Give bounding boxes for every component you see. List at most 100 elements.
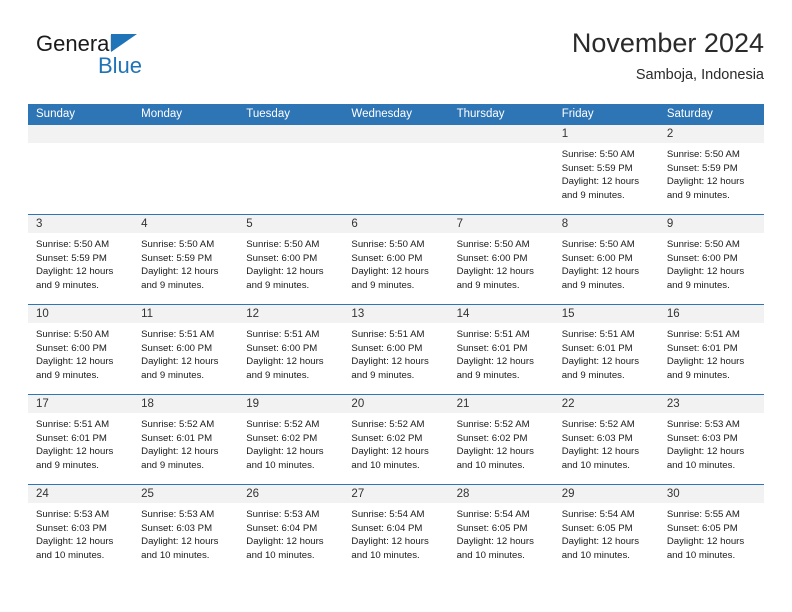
day-cell-10[interactable]: 10 Sunrise: 5:50 AM Sunset: 6:00 PM Dayligh… (28, 305, 134, 394)
sunrise-line: Sunrise: 5:51 AM (666, 329, 740, 340)
day-cell-28[interactable]: 28 Sunrise: 5:54 AM Sunset: 6:05 PM Dayligh… (448, 485, 554, 575)
day-cell-6[interactable]: 6 Sunrise: 5:50 AM Sunset: 6:00 PM Daylight… (343, 215, 449, 304)
day-number: 30 (666, 488, 680, 500)
calendar-week-row: 10 Sunrise: 5:50 AM Sunset: 6:00 PM Dayligh… (28, 305, 764, 395)
sunrise-line: Sunrise: 5:52 AM (456, 419, 530, 430)
day-number-strip: 20 (343, 395, 449, 413)
day-cell-18[interactable]: 18 Sunrise: 5:52 AM Sunset: 6:01 PM Dayligh… (133, 395, 239, 484)
day-cell-empty (28, 125, 134, 214)
sunset-line: Sunset: 6:01 PM (666, 342, 738, 354)
logo-word-blue: Blue (98, 53, 143, 78)
sunrise-line: Sunrise: 5:53 AM (666, 419, 740, 430)
sunset-line: Sunset: 6:01 PM (36, 432, 107, 444)
day-cell-30[interactable]: 30 Sunrise: 5:55 AM Sunset: 6:05 PM Dayligh… (658, 485, 764, 575)
day-cell-20[interactable]: 20 Sunrise: 5:52 AM Sunset: 6:02 PM Dayligh… (343, 395, 449, 484)
day-cell-21[interactable]: 21 Sunrise: 5:52 AM Sunset: 6:02 PM Dayligh… (448, 395, 554, 484)
day-cell-12[interactable]: 12 Sunrise: 5:51 AM Sunset: 6:00 PM Dayligh… (238, 305, 344, 394)
sunrise-line: Sunrise: 5:50 AM (141, 239, 215, 250)
daylight-line-2: and 10 minutes. (141, 549, 210, 561)
day-number-strip: 24 (28, 485, 134, 503)
general-blue-logo[interactable]: General Blue (36, 32, 216, 88)
sunrise-line: Sunrise: 5:50 AM (246, 239, 320, 250)
daylight-line-1: Daylight: 12 hours (561, 356, 640, 368)
day-number: 2 (666, 128, 674, 140)
sunset-line: Sunset: 6:05 PM (666, 522, 738, 534)
day-cell-15[interactable]: 15 Sunrise: 5:51 AM Sunset: 6:01 PM Dayligh… (553, 305, 659, 394)
daylight-line-2: and 9 minutes. (561, 279, 625, 291)
daylight-line-2: and 9 minutes. (456, 369, 520, 381)
day-cell-11[interactable]: 11 Sunrise: 5:51 AM Sunset: 6:00 PM Dayligh… (133, 305, 239, 394)
day-cell-25[interactable]: 25 Sunrise: 5:53 AM Sunset: 6:03 PM Dayligh… (133, 485, 239, 575)
day-cell-24[interactable]: 24 Sunrise: 5:53 AM Sunset: 6:03 PM Dayligh… (28, 485, 134, 575)
day-number-strip: 7 (448, 215, 554, 233)
sunset-line: Sunset: 6:01 PM (561, 342, 633, 354)
day-details: Sunrise: 5:50 AM Sunset: 5:59 PM Daylight:… (133, 233, 238, 292)
day-cell-13[interactable]: 13 Sunrise: 5:51 AM Sunset: 6:00 PM Dayligh… (343, 305, 449, 394)
daylight-line-2: and 10 minutes. (666, 549, 736, 561)
day-number-strip (238, 125, 344, 143)
day-cell-5[interactable]: 5 Sunrise: 5:50 AM Sunset: 6:00 PM Daylight… (238, 215, 344, 304)
day-cell-22[interactable]: 22 Sunrise: 5:52 AM Sunset: 6:03 PM Dayligh… (553, 395, 659, 484)
day-details: Sunrise: 5:55 AM Sunset: 6:05 PM Daylight:… (659, 503, 764, 562)
sunrise-line: Sunrise: 5:50 AM (561, 149, 635, 160)
day-number: 4 (141, 218, 148, 230)
day-cell-9[interactable]: 9 Sunrise: 5:50 AM Sunset: 6:00 PM Daylight… (658, 215, 764, 304)
page-title: November 2024 (571, 28, 764, 58)
day-cell-17[interactable]: 17 Sunrise: 5:51 AM Sunset: 6:01 PM Dayligh… (28, 395, 134, 484)
day-cell-19[interactable]: 19 Sunrise: 5:52 AM Sunset: 6:02 PM Dayligh… (238, 395, 344, 484)
day-cell-27[interactable]: 27 Sunrise: 5:54 AM Sunset: 6:04 PM Dayligh… (343, 485, 449, 575)
day-cell-16[interactable]: 16 Sunrise: 5:51 AM Sunset: 6:01 PM Dayligh… (658, 305, 764, 394)
sunrise-line: Sunrise: 5:53 AM (36, 509, 110, 520)
daylight-line-1: Daylight: 12 hours (36, 536, 114, 548)
daylight-line-2: and 9 minutes. (246, 279, 310, 291)
day-details: Sunrise: 5:53 AM Sunset: 6:03 PM Daylight:… (28, 503, 133, 562)
day-number-strip: 17 (28, 395, 134, 413)
day-number: 15 (561, 308, 575, 320)
day-cell-7[interactable]: 7 Sunrise: 5:50 AM Sunset: 6:00 PM Daylight… (448, 215, 554, 304)
day-details: Sunrise: 5:50 AM Sunset: 6:00 PM Daylight:… (554, 233, 659, 292)
day-number-strip: 14 (448, 305, 554, 323)
day-number-strip (343, 125, 449, 143)
sunset-line: Sunset: 5:59 PM (36, 252, 107, 264)
sunset-line: Sunset: 6:02 PM (456, 432, 528, 444)
day-cell-3[interactable]: 3 Sunrise: 5:50 AM Sunset: 5:59 PM Daylight… (28, 215, 134, 304)
day-details (133, 143, 238, 148)
day-cell-29[interactable]: 29 Sunrise: 5:54 AM Sunset: 6:05 PM Dayligh… (553, 485, 659, 575)
sunrise-line: Sunrise: 5:52 AM (141, 419, 215, 430)
sunset-line: Sunset: 6:02 PM (246, 432, 318, 444)
day-cell-4[interactable]: 4 Sunrise: 5:50 AM Sunset: 5:59 PM Daylight… (133, 215, 239, 304)
daylight-line-1: Daylight: 12 hours (141, 356, 219, 368)
sunrise-line: Sunrise: 5:51 AM (36, 419, 110, 430)
day-cell-26[interactable]: 26 Sunrise: 5:53 AM Sunset: 6:04 PM Dayligh… (238, 485, 344, 575)
day-details: Sunrise: 5:52 AM Sunset: 6:02 PM Daylight:… (343, 413, 448, 472)
day-number: 21 (456, 398, 470, 410)
daylight-line-2: and 9 minutes. (36, 279, 99, 291)
daylight-line-1: Daylight: 12 hours (36, 266, 114, 278)
sunrise-line: Sunrise: 5:50 AM (666, 239, 740, 250)
daylight-line-2: and 10 minutes. (246, 549, 315, 561)
day-cell-2[interactable]: 2 Sunrise: 5:50 AM Sunset: 5:59 PM Daylight… (658, 125, 764, 214)
daylight-line-2: and 9 minutes. (666, 369, 730, 381)
sunrise-line: Sunrise: 5:50 AM (36, 239, 110, 250)
day-cell-8[interactable]: 8 Sunrise: 5:50 AM Sunset: 6:00 PM Daylight… (553, 215, 659, 304)
sunrise-line: Sunrise: 5:51 AM (141, 329, 215, 340)
sunrise-line: Sunrise: 5:54 AM (456, 509, 530, 520)
day-number: 16 (666, 308, 680, 320)
day-number-strip: 10 (28, 305, 134, 323)
day-number-strip: 4 (133, 215, 239, 233)
sunrise-line: Sunrise: 5:55 AM (666, 509, 740, 520)
sunset-line: Sunset: 6:00 PM (36, 342, 107, 354)
day-number-strip (28, 125, 134, 143)
day-cell-1[interactable]: 1 Sunrise: 5:50 AM Sunset: 5:59 PM Daylight… (553, 125, 659, 214)
daylight-line-1: Daylight: 12 hours (456, 266, 534, 278)
page-subtitle: Samboja, Indonesia (635, 67, 764, 83)
day-cell-23[interactable]: 23 Sunrise: 5:53 AM Sunset: 6:03 PM Dayligh… (658, 395, 764, 484)
day-number: 7 (456, 218, 463, 230)
sunrise-line: Sunrise: 5:50 AM (666, 149, 740, 160)
daylight-line-2: and 10 minutes. (561, 459, 630, 471)
sunset-line: Sunset: 6:00 PM (246, 252, 318, 264)
day-details: Sunrise: 5:51 AM Sunset: 6:01 PM Daylight:… (28, 413, 133, 472)
day-details: Sunrise: 5:54 AM Sunset: 6:05 PM Daylight:… (554, 503, 659, 562)
day-cell-14[interactable]: 14 Sunrise: 5:51 AM Sunset: 6:01 PM Dayligh… (448, 305, 554, 394)
sunrise-line: Sunrise: 5:53 AM (246, 509, 320, 520)
